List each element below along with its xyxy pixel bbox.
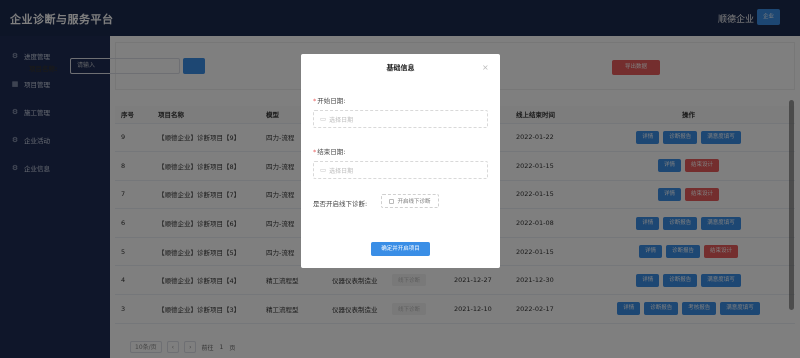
offline-diagnosis-text: 开启线下诊断	[397, 199, 431, 205]
basic-info-dialog: 基础信息 × *开始日期: ▭ 选择日期 *结束日期: ▭ 选择日期 是否开启线…	[301, 54, 500, 268]
required-mark: *	[313, 97, 317, 105]
confirm-start-button[interactable]: 确定并开启项目	[371, 242, 430, 256]
end-date-placeholder: 选择日期	[329, 167, 354, 175]
calendar-icon: ▭	[320, 115, 327, 123]
end-date-picker[interactable]: ▭ 选择日期	[313, 161, 488, 179]
start-date-picker[interactable]: ▭ 选择日期	[313, 110, 488, 128]
start-date-label: *开始日期:	[313, 97, 346, 105]
offline-diagnosis-checkbox[interactable]: 开启线下诊断	[381, 194, 439, 208]
close-icon[interactable]: ×	[482, 63, 489, 72]
checkbox-icon	[389, 198, 395, 204]
end-date-label: *结束日期:	[313, 148, 346, 156]
dialog-title: 基础信息	[386, 64, 415, 72]
calendar-icon: ▭	[320, 166, 327, 174]
required-mark: *	[313, 148, 317, 156]
offline-diagnosis-label: 是否开启线下诊断:	[313, 200, 368, 208]
start-date-placeholder: 选择日期	[329, 116, 354, 124]
